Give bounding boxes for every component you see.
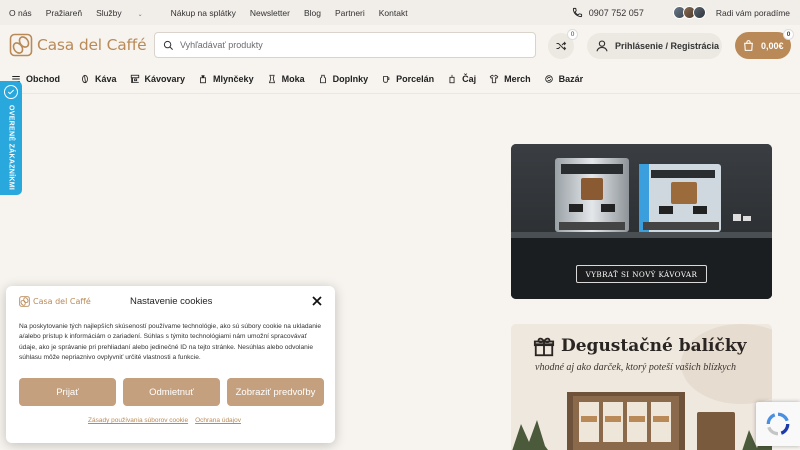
- nav-item-bazaar[interactable]: Bazár: [544, 74, 584, 84]
- avatar: [692, 6, 706, 19]
- top-link-blog[interactable]: Blog: [304, 8, 321, 18]
- tasting-packages-banner[interactable]: Degustačné balíčky vhodné aj ako darček,…: [511, 324, 772, 450]
- cookie-title: Nastavenie cookies: [130, 296, 213, 307]
- accessories-icon: [319, 74, 326, 84]
- recaptcha-badge[interactable]: [756, 402, 800, 446]
- search-box[interactable]: [154, 32, 536, 58]
- nav-item-label: Moka: [281, 74, 305, 84]
- search-input[interactable]: [180, 40, 510, 50]
- compare-button[interactable]: 0: [548, 29, 578, 59]
- nav-item-coffee[interactable]: Káva: [80, 74, 117, 84]
- tshirt-icon: [489, 74, 499, 84]
- nav-item-tea[interactable]: Čaj: [447, 74, 476, 84]
- nav-item-merch[interactable]: Merch: [489, 74, 531, 84]
- login-button[interactable]: Prihlásenie / Registrácia: [587, 33, 722, 59]
- verified-seal-icon: [4, 85, 18, 99]
- nav-item-machines[interactable]: Kávovary: [130, 74, 186, 84]
- nav-item-label: Mlynčeky: [213, 74, 254, 84]
- cookie-actions: Prijať Odmietnuť Zobraziť predvoľby: [19, 378, 324, 406]
- verified-customers-tab[interactable]: OVERENÉ ZÁKAZNÍKMI: [0, 81, 22, 195]
- espresso-machine-icon: [130, 74, 139, 83]
- cart-total: 0,00€: [761, 40, 784, 51]
- top-link-services[interactable]: Služby ⌄: [96, 8, 157, 18]
- nav-item-label: Kávovary: [144, 74, 186, 84]
- nav-item-accessories[interactable]: Doplnky: [318, 74, 369, 84]
- cookie-preferences-button[interactable]: Zobraziť predvoľby: [227, 378, 324, 406]
- top-bar: O nás Pražiareň Služby ⌄ Nákup na splátky…: [0, 0, 800, 25]
- nav-item-label: Obchod: [26, 74, 60, 84]
- login-label: Prihlásenie / Registrácia: [615, 41, 720, 51]
- top-contact: 0907 752 057 Radi vám poradíme: [572, 0, 790, 25]
- cookie-policy-link[interactable]: Zásady používania súborov cookie: [88, 417, 188, 424]
- top-link-newsletter[interactable]: Newsletter: [250, 8, 290, 18]
- nav-item-label: Doplnky: [332, 74, 369, 84]
- main-nav: Obchod Káva Kávovary Mlynčeky Moka Dopln…: [0, 66, 800, 92]
- top-link-services-label: Služby: [96, 7, 122, 18]
- recycle-icon: [544, 75, 553, 83]
- nav-divider: [0, 93, 800, 94]
- checkmark-icon: [7, 89, 15, 95]
- nav-item-moka[interactable]: Moka: [267, 74, 305, 84]
- help-text[interactable]: Radi vám poradíme: [716, 8, 790, 18]
- nav-item-label: Porcelán: [396, 74, 435, 84]
- phone-number[interactable]: 0907 752 057: [589, 8, 644, 18]
- compare-count-badge: 0: [567, 29, 578, 40]
- privacy-link[interactable]: Ochrana údajov: [195, 417, 241, 424]
- nav-item-label: Káva: [95, 74, 117, 84]
- top-link-contact[interactable]: Kontakt: [379, 8, 408, 18]
- cookie-logo: Casa del Caffé: [19, 296, 91, 307]
- cookie-description: Na poskytovanie tých najlepších skúsenos…: [19, 323, 322, 361]
- tasting-title: Degustačné balíčky: [561, 336, 747, 356]
- moka-pot-icon: [268, 74, 275, 84]
- grinder-icon: [200, 75, 206, 84]
- user-icon: [596, 40, 608, 52]
- deny-cookies-button[interactable]: Odmietnuť: [123, 378, 220, 406]
- top-link-installments[interactable]: Nákup na splátky: [171, 8, 236, 18]
- phone-icon: [572, 7, 582, 18]
- coffee-bean-icon: [82, 74, 88, 84]
- nav-item-label: Čaj: [462, 74, 477, 84]
- recaptcha-icon: [766, 412, 790, 436]
- nav-item-label: Bazár: [558, 74, 584, 84]
- accept-cookies-button[interactable]: Prijať: [19, 378, 116, 406]
- verified-customers-label: OVERENÉ ZÁKAZNÍKMI: [7, 105, 15, 191]
- cookie-links: Zásady používania súborov cookie Ochrana…: [88, 417, 241, 424]
- main-header: Casa del Caffé 0 Prihlásenie / Registrác…: [0, 25, 800, 66]
- choose-machine-button[interactable]: VYBRAŤ SI NOVÝ KÁVOVAR: [576, 265, 707, 283]
- cookie-consent-dialog: Casa del Caffé Nastavenie cookies Na pos…: [6, 286, 335, 443]
- shuffle-icon: [556, 41, 567, 51]
- top-links: O nás Pražiareň Služby ⌄ Nákup na splátky…: [0, 8, 422, 18]
- site-logo[interactable]: Casa del Caffé: [9, 33, 147, 57]
- nav-item-label: Merch: [504, 74, 531, 84]
- cookie-logo-text: Casa del Caffé: [33, 297, 91, 306]
- tea-icon: [449, 74, 455, 84]
- tasting-subtitle: vhodné aj ako darček, ktorý poteší vašic…: [535, 362, 737, 373]
- nav-item-grinders[interactable]: Mlynčeky: [198, 74, 254, 84]
- shopping-bag-icon: [744, 40, 753, 51]
- top-link-roastery[interactable]: Pražiareň: [46, 8, 82, 18]
- gift-icon: [533, 337, 555, 357]
- team-avatars: [672, 6, 706, 19]
- cup-icon: [383, 76, 390, 83]
- chevron-down-icon: ⌄: [137, 11, 143, 18]
- logo-text: Casa del Caffé: [37, 36, 147, 54]
- close-icon[interactable]: [311, 295, 323, 307]
- nav-item-porcelain[interactable]: Porcelán: [381, 74, 434, 84]
- cart-count-badge: 0: [783, 29, 794, 40]
- cart-button[interactable]: 0,00€ 0: [735, 29, 794, 59]
- top-link-about[interactable]: O nás: [9, 8, 32, 18]
- top-link-partners[interactable]: Partneri: [335, 8, 365, 18]
- search-icon[interactable]: [163, 40, 174, 51]
- coffee-leaf-logo-icon: [9, 33, 33, 57]
- machines-banner[interactable]: VYBRAŤ SI NOVÝ KÁVOVAR: [511, 144, 772, 299]
- coffee-leaf-logo-icon: [19, 296, 30, 307]
